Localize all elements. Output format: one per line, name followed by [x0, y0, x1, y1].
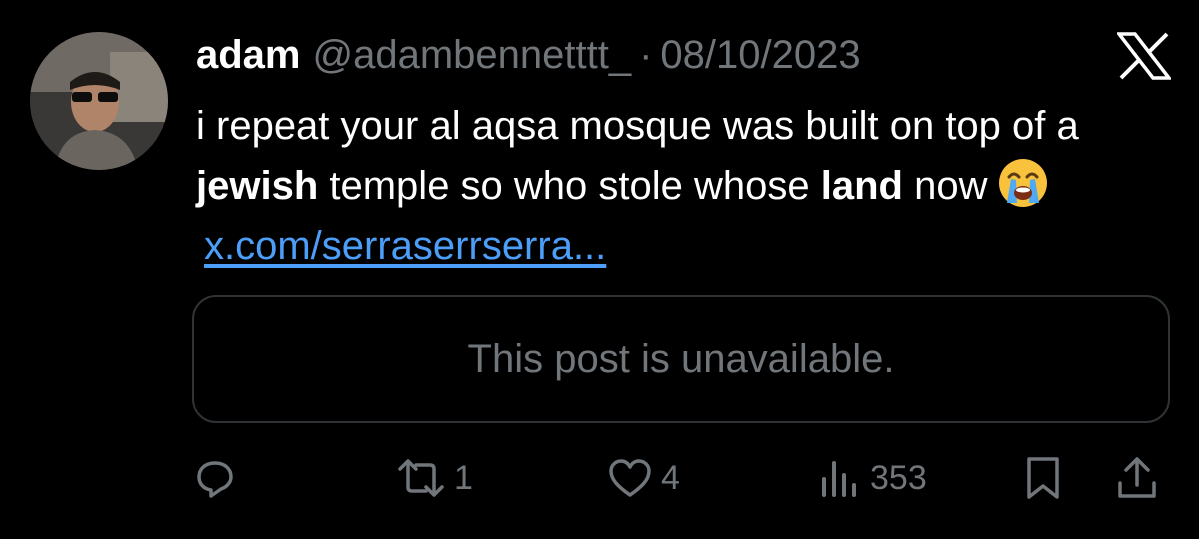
reply-button[interactable]: [194, 448, 236, 508]
repost-button[interactable]: 1: [396, 448, 473, 508]
post-header: adam @adambennetttt_ · 08/10/2023: [196, 30, 861, 80]
post-text-bold: land: [820, 164, 903, 208]
author-handle[interactable]: @adambennetttt_: [313, 30, 632, 80]
views-icon: [818, 457, 862, 499]
quoted-post-card[interactable]: This post is unavailable.: [192, 295, 1170, 423]
post-text: i repeat your al aqsa mosque was built o…: [196, 96, 1166, 276]
bookmark-icon: [1023, 455, 1063, 501]
post-text-bold: jewish: [196, 164, 319, 208]
action-bar: 1 4 353: [0, 448, 1199, 508]
post-link[interactable]: x.com/serraserrserra...: [204, 224, 606, 268]
post-card: adam @adambennetttt_ · 08/10/2023 i repe…: [0, 0, 1199, 539]
repost-count: 1: [454, 458, 473, 497]
share-icon: [1115, 455, 1159, 501]
unavailable-message: This post is unavailable.: [467, 336, 895, 381]
post-text-part: i repeat your al aqsa mosque was built o…: [196, 104, 1079, 148]
views-button[interactable]: 353: [818, 448, 927, 508]
loudly-crying-face-icon: [997, 157, 1049, 209]
like-button[interactable]: 4: [607, 448, 680, 508]
bookmark-button[interactable]: [1023, 448, 1063, 508]
post-date[interactable]: 08/10/2023: [660, 30, 860, 80]
views-count: 353: [870, 458, 927, 497]
repost-icon: [396, 457, 446, 499]
reply-icon: [194, 457, 236, 499]
share-button[interactable]: [1115, 448, 1159, 508]
author-name[interactable]: adam: [196, 30, 301, 80]
post-text-part: temple so who stole whose: [318, 164, 821, 208]
like-count: 4: [661, 458, 680, 497]
avatar[interactable]: [30, 32, 168, 170]
post-text-part: now: [902, 164, 988, 208]
x-logo-icon: [1115, 32, 1173, 80]
heart-icon: [607, 457, 653, 499]
separator-dot: ·: [639, 33, 653, 77]
